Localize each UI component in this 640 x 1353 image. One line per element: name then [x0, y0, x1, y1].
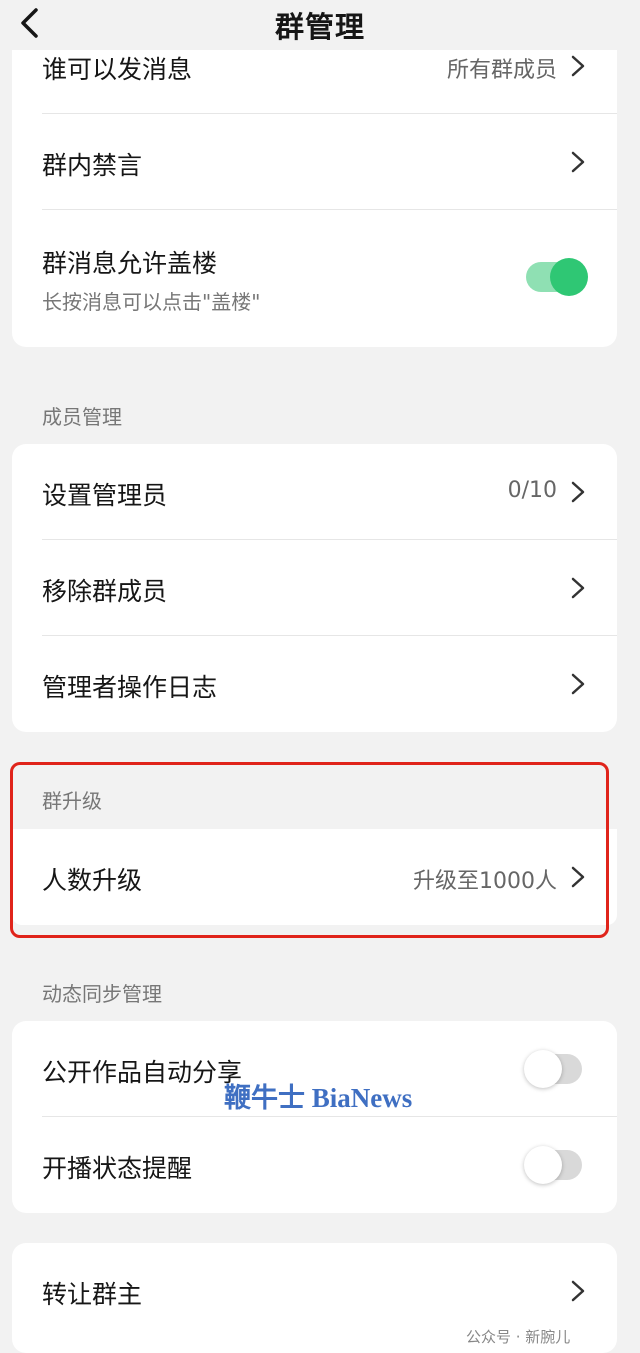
live-reminder-row: 开播状态提醒	[12, 1117, 617, 1213]
chevron-right-icon	[571, 481, 585, 503]
auto-share-label: 公开作品自动分享	[42, 1058, 243, 1087]
chevron-right-icon	[571, 577, 585, 599]
set-admin-row[interactable]: 设置管理员 0/10	[12, 444, 617, 540]
chevron-right-icon	[571, 151, 585, 173]
stack-replies-row: 群消息允许盖楼 长按消息可以点击"盖楼"	[12, 210, 617, 347]
chevron-right-icon	[571, 673, 585, 695]
group-settings-card: 谁可以发消息 所有群成员 群内禁言 群消息允许盖楼 长按消息可以点击"盖楼"	[12, 18, 617, 347]
group-mute-row[interactable]: 群内禁言	[12, 114, 617, 210]
stack-replies-sublabel: 长按消息可以点击"盖楼"	[42, 290, 261, 314]
remove-members-label: 移除群成员	[42, 577, 168, 606]
transfer-owner-label: 转让群主	[42, 1280, 143, 1309]
stack-replies-toggle[interactable]	[526, 258, 588, 296]
set-admin-label: 设置管理员	[42, 481, 168, 510]
admin-log-row[interactable]: 管理者操作日志	[12, 636, 617, 732]
set-admin-count: 0/10	[507, 478, 557, 503]
group-mute-label: 群内禁言	[42, 151, 143, 180]
live-reminder-label: 开播状态提醒	[42, 1154, 193, 1183]
toggle-knob	[524, 1050, 562, 1088]
remove-members-row[interactable]: 移除群成员	[12, 540, 617, 636]
who-can-send-label: 谁可以发消息	[42, 55, 193, 84]
transfer-owner-row[interactable]: 转让群主	[12, 1243, 617, 1339]
sync-section-title: 动态同步管理	[42, 982, 162, 1006]
highlight-annotation	[10, 762, 609, 938]
toggle-knob	[550, 258, 588, 296]
members-section-title: 成员管理	[42, 405, 122, 429]
footer-credit: 公众号 · 新腕儿	[466, 1328, 571, 1346]
members-card: 设置管理员 0/10 移除群成员 管理者操作日志	[12, 444, 617, 732]
nav-header: 群管理	[0, 0, 640, 50]
chevron-right-icon	[571, 1280, 585, 1302]
admin-log-label: 管理者操作日志	[42, 673, 218, 702]
who-can-send-value: 所有群成员	[446, 58, 557, 83]
page-title: 群管理	[274, 10, 365, 44]
toggle-knob	[524, 1146, 562, 1184]
chevron-right-icon	[571, 55, 585, 77]
stack-replies-label: 群消息允许盖楼	[42, 249, 218, 278]
auto-share-toggle[interactable]	[524, 1050, 582, 1088]
watermark-text: 鞭牛士 BiaNews	[224, 1083, 413, 1113]
sync-card: 公开作品自动分享 开播状态提醒	[12, 1021, 617, 1213]
live-reminder-toggle[interactable]	[524, 1146, 582, 1184]
